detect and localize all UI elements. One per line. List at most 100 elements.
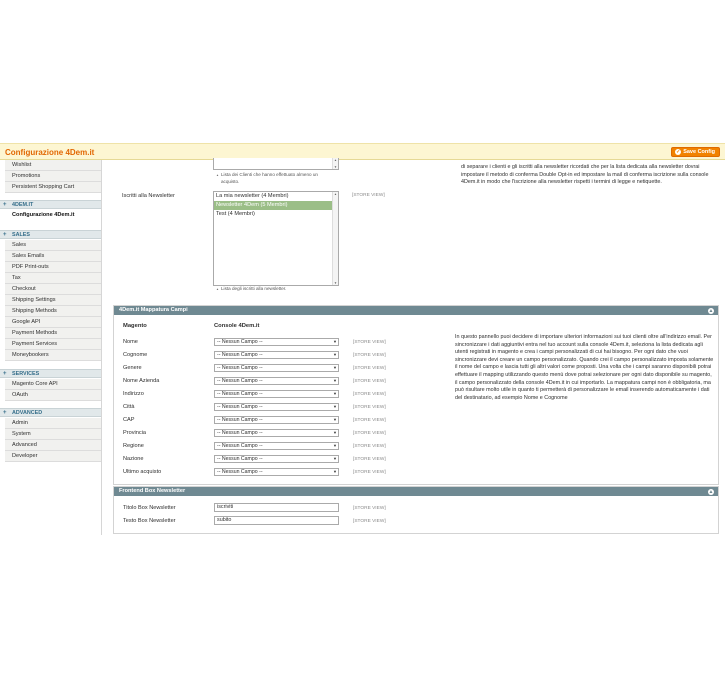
map-scope: [STORE VIEW] [353, 366, 386, 371]
subscribers-option[interactable]: Test (4 Membri) [214, 210, 338, 219]
select-value: -- Nessun Campo -- [217, 365, 263, 371]
sidebar-item-oauth[interactable]: OAuth [5, 390, 101, 401]
sidebar-item-shipping-settings[interactable]: Shipping Settings [5, 295, 101, 306]
subscribers-note: Lista degli iscritti alla newsletter. [216, 286, 336, 293]
select-value: -- Nessun Campo -- [217, 456, 263, 462]
mapping-section-header[interactable]: 4Dem.it Mappatura Campi ▲ [114, 306, 718, 315]
chevron-down-icon: ▼ [333, 443, 337, 448]
map-select-nome[interactable]: -- Nessun Campo -- ▼ [214, 338, 339, 346]
sidebar-item-tax[interactable]: Tax [5, 273, 101, 284]
scrollbar[interactable] [332, 158, 338, 169]
expand-icon: + [3, 371, 7, 377]
box-text-scope: [STORE VIEW] [353, 519, 386, 524]
sidebar-item-system[interactable]: System [5, 429, 101, 440]
sidebar-item-moneybookers[interactable]: Moneybookers [5, 350, 101, 361]
sidebar-group-label: SALES [12, 232, 30, 238]
map-label-indirizzo: Indirizzo [123, 391, 144, 397]
sidebar-item-google-api[interactable]: Google API [5, 317, 101, 328]
config-sidebar: Wishlist Promotions Persistent Shopping … [0, 160, 102, 535]
map-label-citta: Città [123, 404, 135, 410]
sidebar-group-label: ADVANCED [12, 410, 43, 416]
sidebar-item-payment-methods[interactable]: Payment Methods [5, 328, 101, 339]
sidebar-item-shipping-methods[interactable]: Shipping Methods [5, 306, 101, 317]
box-title-label: Titolo Box Newsletter [123, 505, 176, 511]
map-scope: [STORE VIEW] [353, 405, 386, 410]
chevron-down-icon: ▼ [333, 352, 337, 357]
sidebar-item-promotions[interactable]: Promotions [5, 171, 101, 182]
subscribers-option[interactable]: La mia newsletter (4 Membri) [214, 192, 338, 201]
page-header: Configurazione 4Dem.it ✓ Save Config [0, 143, 725, 160]
map-select-provincia[interactable]: -- Nessun Campo -- ▼ [214, 429, 339, 437]
sidebar-group-advanced[interactable]: + ADVANCED [0, 408, 101, 417]
sidebar-group-label: SERVICES [12, 371, 40, 377]
map-label-cognome: Cognome [123, 352, 148, 358]
map-scope: [STORE VIEW] [353, 470, 386, 475]
sidebar-item-advanced[interactable]: Advanced [5, 440, 101, 451]
clients-note: Lista dei Clienti che hanno effettuato a… [216, 172, 336, 185]
map-scope: [STORE VIEW] [353, 353, 386, 358]
top-section-description: di separare i clienti e gli iscritti all… [461, 164, 709, 186]
subscribers-scope: [STORE VIEW] [352, 193, 385, 198]
expand-icon: + [3, 202, 7, 208]
sidebar-item-magento-core-api[interactable]: Magento Core API [5, 379, 101, 390]
expand-icon: + [3, 410, 7, 416]
select-value: -- Nessun Campo -- [217, 352, 263, 358]
sidebar-item-pdf-printouts[interactable]: PDF Print-outs [5, 262, 101, 273]
sidebar-group-services[interactable]: + SERVICES [0, 369, 101, 378]
map-scope: [STORE VIEW] [353, 444, 386, 449]
map-select-ultimo-acquisto[interactable]: -- Nessun Campo -- ▼ [214, 468, 339, 476]
subscribers-option-selected[interactable]: Newsletter 4Dem (5 Membri) [214, 201, 338, 210]
sidebar-item-payment-services[interactable]: Payment Services [5, 339, 101, 350]
map-scope: [STORE VIEW] [353, 457, 386, 462]
chevron-down-icon: ▼ [333, 430, 337, 435]
box-title-input[interactable]: iscriviti [214, 503, 339, 512]
save-icon: ✓ [675, 149, 682, 155]
map-label-provincia: Provincia [123, 430, 147, 436]
select-value: -- Nessun Campo -- [217, 417, 263, 423]
map-label-genere: Genere [123, 365, 142, 371]
col-console: Console 4Dem.it [214, 323, 260, 329]
sidebar-item-sales-emails[interactable]: Sales Emails [5, 251, 101, 262]
chevron-down-icon: ▼ [333, 378, 337, 383]
chevron-down-icon: ▼ [333, 469, 337, 474]
sidebar-item-checkout[interactable]: Checkout [5, 284, 101, 295]
frontend-section-title: Frontend Box Newsletter [119, 488, 186, 494]
map-select-citta[interactable]: -- Nessun Campo -- ▼ [214, 403, 339, 411]
sidebar-group-4dem[interactable]: + 4DEM.IT [0, 200, 101, 209]
map-select-genere[interactable]: -- Nessun Campo -- ▼ [214, 364, 339, 372]
map-label-nome-azienda: Nome Azienda [123, 378, 160, 384]
scrollbar[interactable] [332, 192, 338, 285]
map-select-nome-azienda[interactable]: -- Nessun Campo -- ▼ [214, 377, 339, 385]
sidebar-item-admin[interactable]: Admin [5, 418, 101, 429]
sidebar-group-sales[interactable]: + SALES [0, 230, 101, 239]
sidebar-group-label: 4DEM.IT [12, 202, 34, 208]
sidebar-item-sales[interactable]: Sales [5, 240, 101, 251]
map-select-nazione[interactable]: -- Nessun Campo -- ▼ [214, 455, 339, 463]
subscribers-listbox[interactable]: La mia newsletter (4 Membri) Newsletter … [213, 191, 339, 286]
clients-listbox[interactable] [213, 158, 339, 170]
sidebar-item-persistent-cart[interactable]: Persistent Shopping Cart [5, 182, 101, 193]
sidebar-item-developer[interactable]: Developer [5, 451, 101, 462]
map-label-regione: Regione [123, 443, 144, 449]
mapping-section: 4Dem.it Mappatura Campi ▲ Magento Consol… [113, 305, 719, 485]
map-select-cognome[interactable]: -- Nessun Campo -- ▼ [214, 351, 339, 359]
collapse-icon[interactable]: ▲ [708, 307, 714, 314]
frontend-section-header[interactable]: Frontend Box Newsletter ▲ [114, 487, 718, 496]
map-select-cap[interactable]: -- Nessun Campo -- ▼ [214, 416, 339, 424]
box-text-input[interactable]: subito [214, 516, 339, 525]
map-scope: [STORE VIEW] [353, 340, 386, 345]
sidebar-item-wishlist[interactable]: Wishlist [5, 160, 101, 171]
sidebar-item-config-4dem[interactable]: Configurazione 4Dem.it [5, 210, 101, 221]
collapse-icon[interactable]: ▲ [708, 488, 714, 495]
save-config-button[interactable]: ✓ Save Config [671, 147, 720, 157]
chevron-down-icon: ▼ [333, 417, 337, 422]
map-label-nazione: Nazione [123, 456, 144, 462]
chevron-down-icon: ▼ [333, 404, 337, 409]
map-select-indirizzo[interactable]: -- Nessun Campo -- ▼ [214, 390, 339, 398]
select-value: -- Nessun Campo -- [217, 339, 263, 345]
select-value: -- Nessun Campo -- [217, 430, 263, 436]
mapping-section-title: 4Dem.it Mappatura Campi [119, 307, 188, 313]
map-select-regione[interactable]: -- Nessun Campo -- ▼ [214, 442, 339, 450]
box-title-scope: [STORE VIEW] [353, 506, 386, 511]
col-magento: Magento [123, 323, 147, 329]
